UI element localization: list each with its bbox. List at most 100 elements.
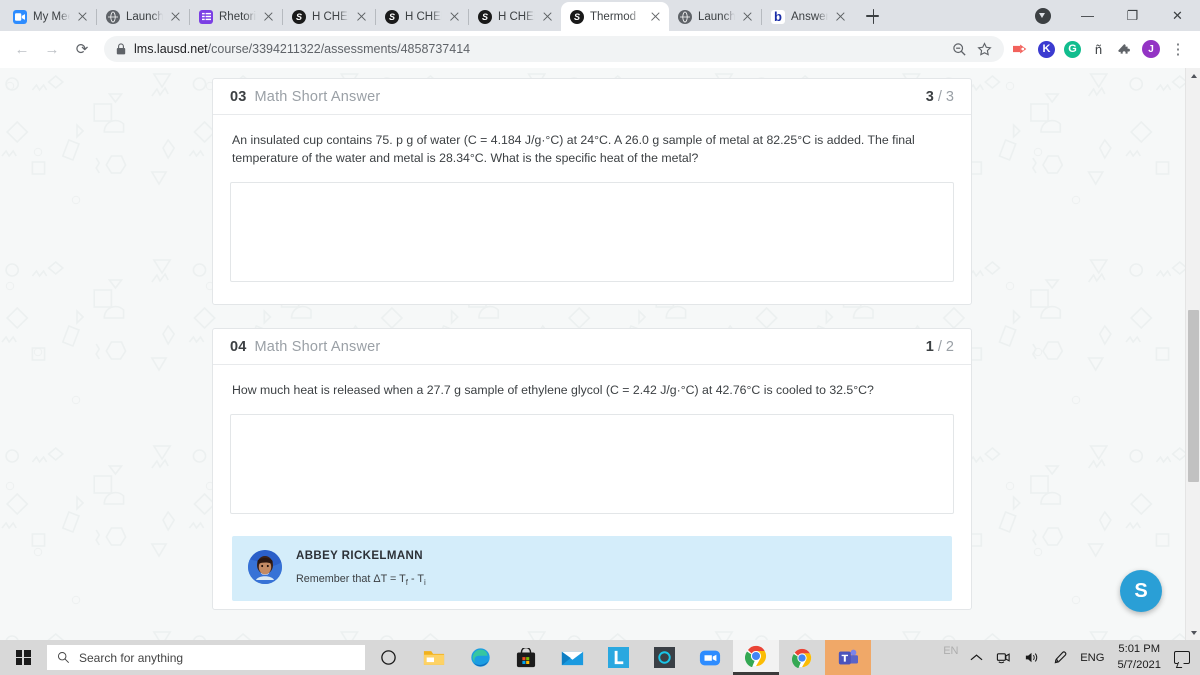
kami-extension[interactable]: K [1038,40,1055,58]
taskbar-clock[interactable]: 5:01 PM 5/7/2021 [1117,642,1161,672]
comment-text-block: ABBEY RICKELMANN Remember that ΔT = Tf - … [296,550,426,587]
tab-close-icon[interactable] [76,10,90,24]
tab-close-icon[interactable] [355,10,369,24]
taskbar-app-mail[interactable] [549,640,595,675]
chevron-up-icon [970,654,983,661]
fab-label: S [1134,579,1148,602]
taskbar-search-placeholder: Search for anything [79,650,184,665]
omnibox-actions [942,41,992,57]
taskbar-app-microsoft-edge[interactable] [457,640,503,675]
browser-window: My Meeti Launch M Rhetorica S H CHEMI S H CHEM… [0,0,1200,675]
taskbar-app-cortana[interactable] [641,640,687,675]
lock-icon [116,43,126,55]
tab-close-icon[interactable] [169,10,183,24]
tab-title: H CHEMI [312,10,349,23]
browser-tab[interactable]: S Thermod [561,2,669,31]
tab-close-icon[interactable] [262,10,276,24]
file-explorer-icon [423,651,445,665]
windows-taskbar: Search for anything EN ENG 5:01 PM 5/7/2… [0,640,1200,675]
taskbar-app-zoom[interactable] [687,640,733,675]
tab-close-icon[interactable] [741,10,755,24]
taskbar-app-microsoft-teams[interactable] [825,640,871,675]
question-body: An insulated cup contains 75. p g of wat… [213,115,971,282]
browser-tab[interactable]: S H CHEMI [376,2,468,31]
taskbar-app-google-chrome-2[interactable] [779,640,825,675]
scroll-down-button[interactable] [1186,625,1200,640]
profile-avatar[interactable]: J [1142,40,1160,58]
maximize-button[interactable]: ❐ [1110,0,1155,31]
browser-tab[interactable]: Launch M [669,2,761,31]
tray-camera-button[interactable] [996,650,1011,665]
volume-icon [1026,652,1038,663]
tab-title: My Meeti [33,10,70,23]
browser-tab[interactable]: S H CHEMI [283,2,375,31]
close-button[interactable]: ✕ [1155,0,1200,31]
tab-close-icon[interactable] [541,10,555,24]
answer-input-area[interactable] [230,413,954,514]
task-view-icon [380,650,396,665]
scroll-up-button[interactable] [1186,68,1200,83]
chrome-icon-2 [792,648,812,668]
forward-button[interactable]: → [38,35,66,63]
tab-title: Launch M [698,10,735,23]
scroll-up-arrow-icon [1190,73,1197,78]
start-button[interactable] [0,640,46,675]
task-view-button[interactable] [365,640,411,675]
enye-extension[interactable]: ñ [1090,40,1107,58]
system-tray: EN ENG 5:01 PM 5/7/2021 [943,640,1200,675]
cortana-icon [653,647,675,668]
kebab-menu-icon: ⋮ [1170,41,1186,58]
extension-indicator-button[interactable] [1020,0,1065,31]
chevron-down-circle-icon [1034,7,1051,24]
page-scrollbar[interactable] [1185,68,1200,640]
pdf-tool-extension[interactable] [1012,40,1029,58]
taskbar-app-file-explorer[interactable] [411,640,457,675]
score-total: 3 [945,88,954,105]
minimize-button[interactable]: — [1065,0,1110,31]
browser-tab[interactable]: Launch M [97,2,189,31]
new-tab-button[interactable] [858,2,886,30]
scrollbar-thumb[interactable] [1188,310,1199,482]
taskbar-app-microsoft-store[interactable] [503,640,549,675]
browser-menu-button[interactable]: ⋮ [1164,35,1192,63]
grammarly-extension[interactable]: G [1064,40,1081,58]
address-bar[interactable]: lms.lausd.net/course/3394211322/assessme… [104,36,1004,62]
reload-button[interactable]: ⟳ [68,35,96,63]
tray-language-indicator[interactable]: ENG [1080,652,1104,664]
question-body: How much heat is released when a 27.7 g … [213,365,971,601]
tab-close-icon[interactable] [649,10,663,24]
tray-volume-button[interactable] [1024,650,1039,665]
question-card: 03 Math Short Answer 3 / 3 An insulated cup… [212,78,972,305]
answer-input-area[interactable] [230,181,954,282]
browser-tab[interactable]: Rhetorica [190,2,282,31]
tray-expand-button[interactable] [970,653,983,662]
puzzle-extension[interactable] [1116,40,1133,58]
tab-close-icon[interactable] [448,10,462,24]
score-total: 2 [945,338,954,355]
brainly-icon: b [771,9,785,24]
assessment-content: 03 Math Short Answer 3 / 3 An insulated cup… [0,68,1185,640]
question-text: An insulated cup contains 75. p g of wat… [232,133,915,165]
camera-icon [997,653,1010,664]
star-icon[interactable] [977,41,992,57]
taskbar-search-box[interactable]: Search for anything [47,645,365,670]
comment-body: Remember that ΔT = Tf - Ti [296,572,426,587]
globe-icon [106,9,120,24]
browser-tab[interactable]: My Meeti [4,2,96,31]
comment-author: ABBEY RICKELMANN [296,549,423,562]
action-center-button[interactable] [1174,651,1190,664]
reload-icon: ⟳ [75,41,89,58]
windows-logo-icon [15,650,31,665]
schoology-help-button[interactable]: S [1120,570,1162,612]
zoom-out-icon[interactable] [952,42,967,57]
tray-pen-button[interactable] [1052,650,1067,665]
browser-tab[interactable]: b Answered [762,2,854,31]
tab-close-icon[interactable] [834,10,848,24]
question-type: Math Short Answer [254,88,381,105]
avatar [248,549,282,584]
taskbar-app-lausd[interactable] [595,640,641,675]
back-button[interactable]: ← [8,35,36,63]
question-score: 1 / 2 [925,338,954,355]
taskbar-app-google-chrome[interactable] [733,640,779,675]
browser-tab[interactable]: S H CHEMI [469,2,561,31]
